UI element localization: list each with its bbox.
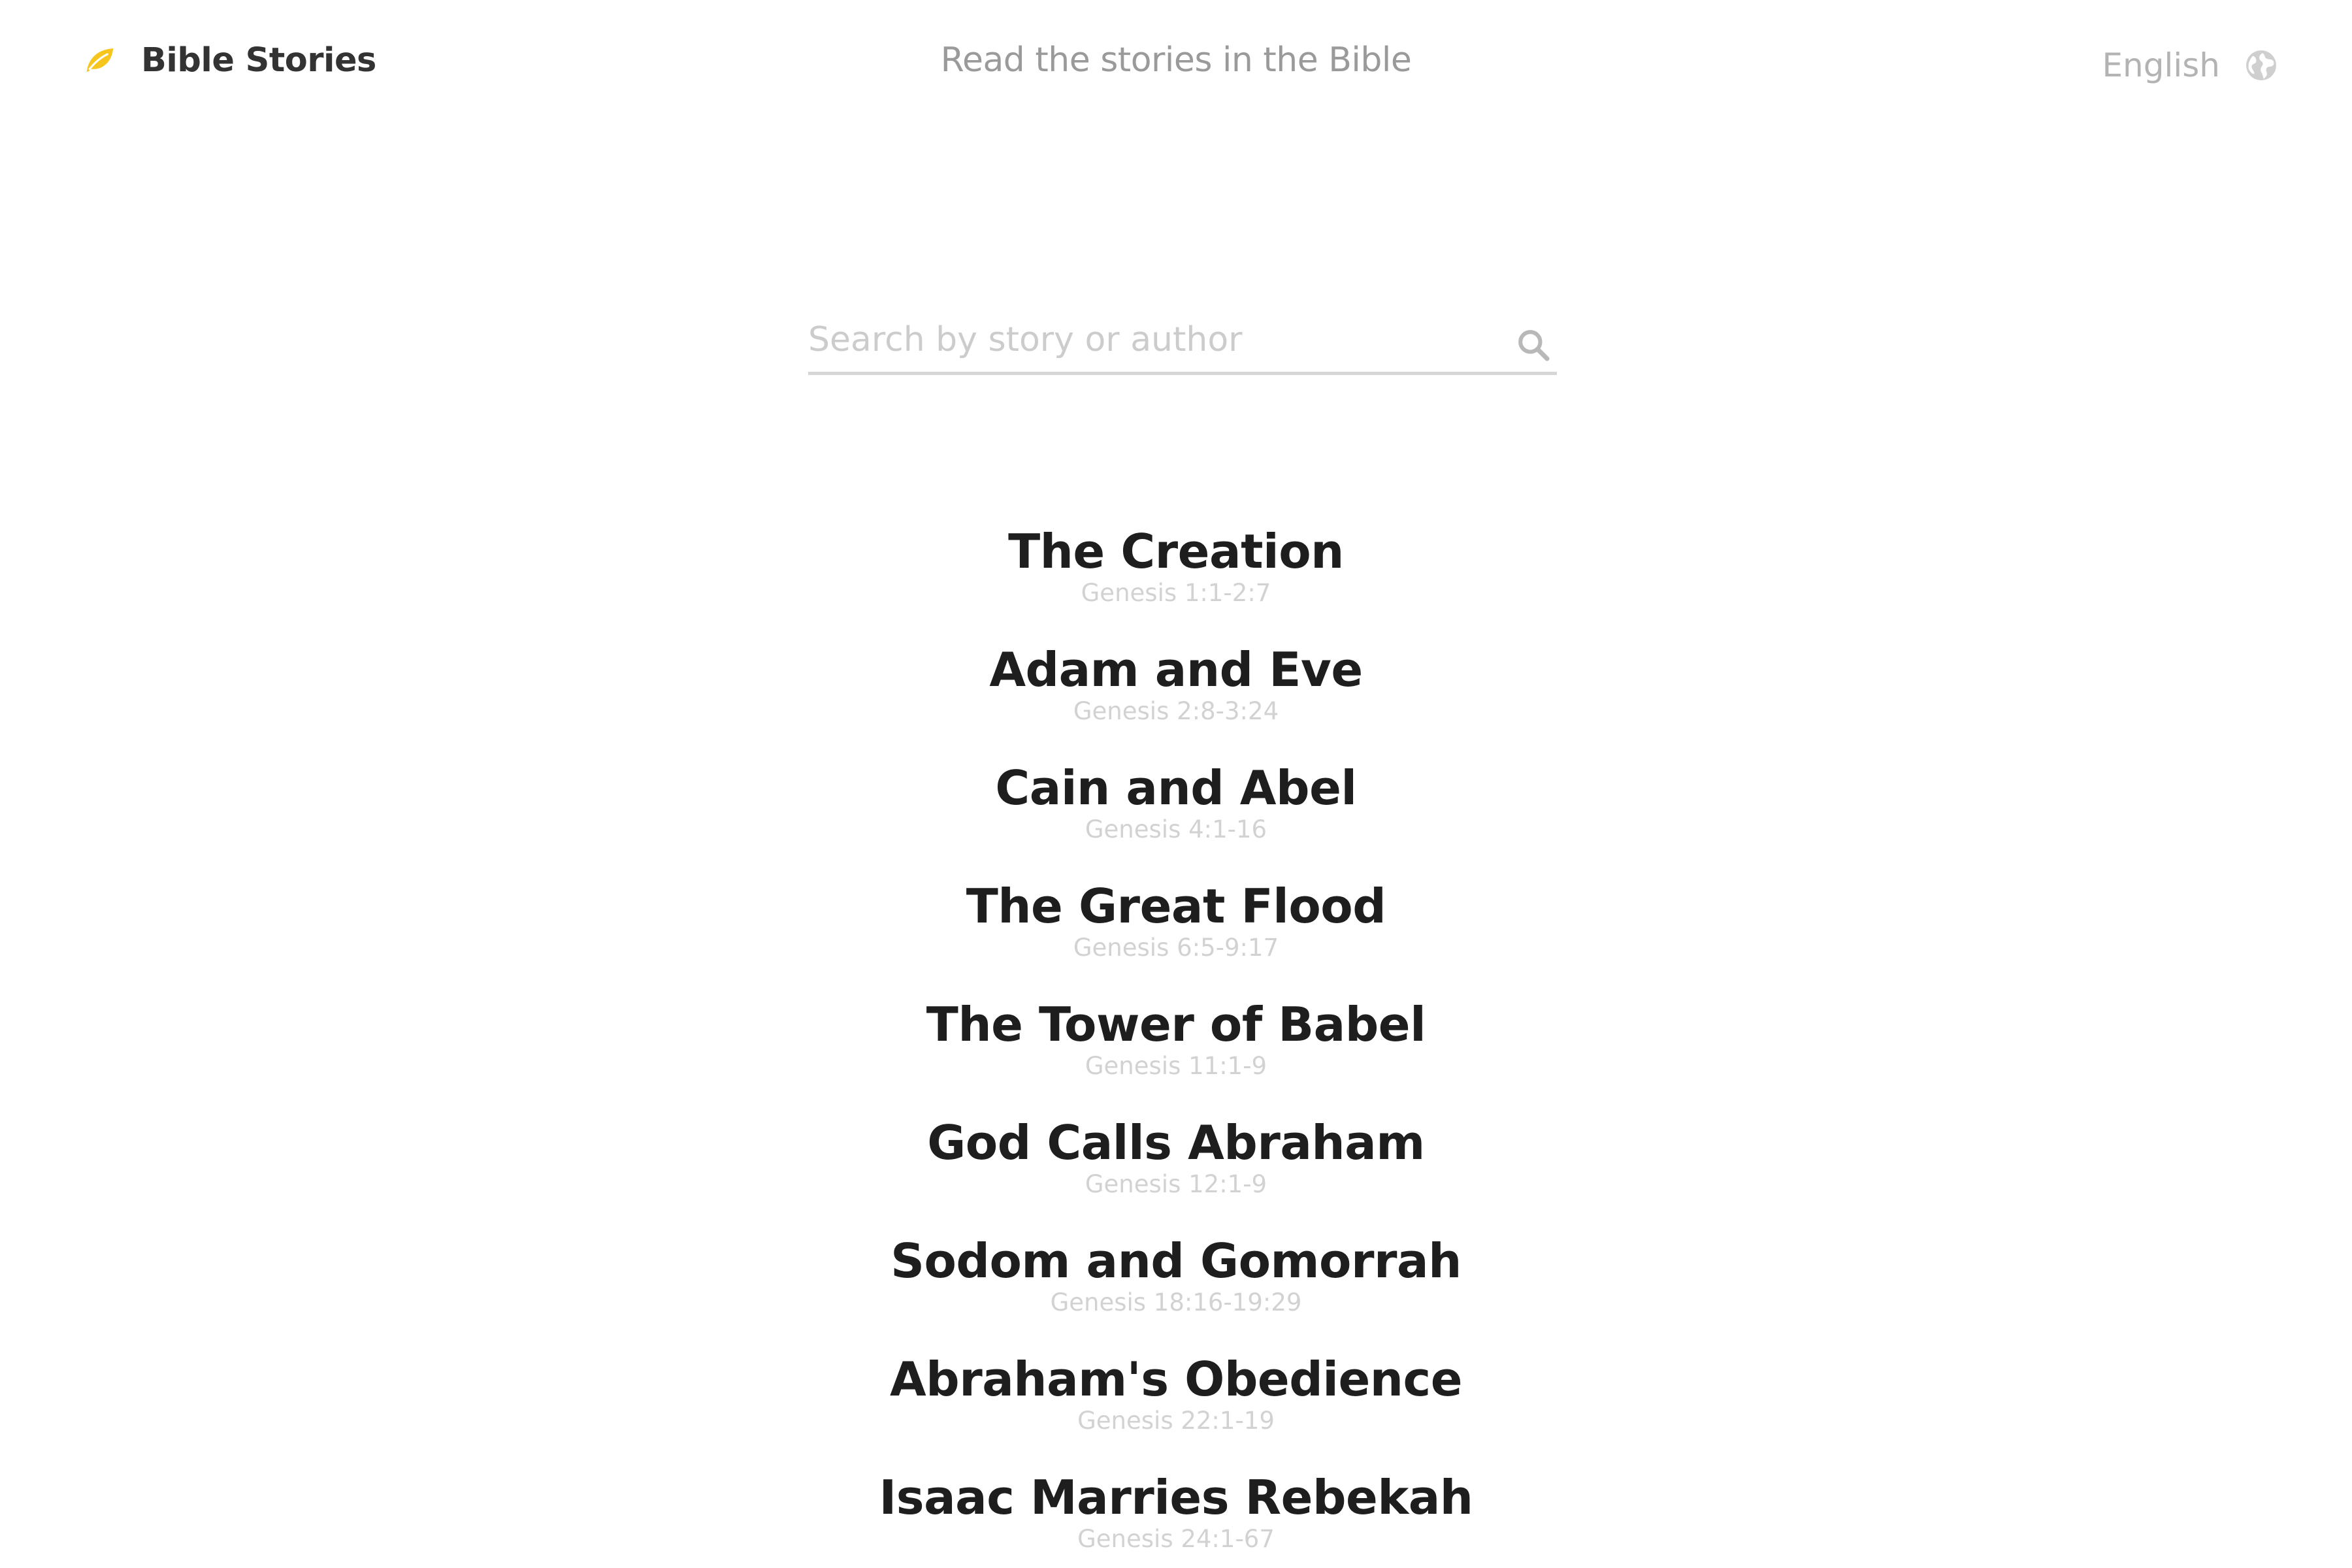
- story-item[interactable]: The Creation Genesis 1:1-2:7: [0, 520, 2352, 638]
- story-title: Cain and Abel: [995, 760, 1357, 815]
- story-title: Isaac Marries Rebekah: [879, 1470, 1473, 1525]
- search-icon[interactable]: [1515, 327, 1552, 363]
- story-item[interactable]: Sodom and Gomorrah Genesis 18:16-19:29: [0, 1230, 2352, 1348]
- story-item[interactable]: Abraham's Obedience Genesis 22:1-19: [0, 1348, 2352, 1466]
- story-item[interactable]: Cain and Abel Genesis 4:1-16: [0, 757, 2352, 875]
- story-item[interactable]: Isaac Marries Rebekah Genesis 24:1-67: [0, 1466, 2352, 1568]
- globe-icon: [2246, 50, 2276, 80]
- story-title: The Great Flood: [966, 879, 1386, 934]
- language-label: English: [2102, 46, 2220, 84]
- story-reference: Genesis 12:1-9: [1085, 1170, 1267, 1198]
- story-reference: Genesis 22:1-19: [1077, 1407, 1275, 1435]
- story-title: Abraham's Obedience: [889, 1352, 1463, 1407]
- story-title: Adam and Eve: [989, 642, 1363, 697]
- story-list: The Creation Genesis 1:1-2:7 Adam and Ev…: [0, 520, 2352, 1568]
- page: Bible Stories Read the stories in the Bi…: [0, 0, 2352, 1568]
- story-reference: Genesis 18:16-19:29: [1050, 1288, 1302, 1316]
- story-reference: Genesis 11:1-9: [1085, 1052, 1267, 1080]
- story-title: God Calls Abraham: [927, 1115, 1425, 1170]
- story-title: The Tower of Babel: [926, 997, 1426, 1052]
- story-title: The Creation: [1008, 524, 1344, 579]
- story-item[interactable]: The Great Flood Genesis 6:5-9:17: [0, 875, 2352, 993]
- story-reference: Genesis 2:8-3:24: [1073, 697, 1279, 725]
- search-input[interactable]: [808, 307, 1488, 372]
- story-reference: Genesis 24:1-67: [1077, 1525, 1275, 1553]
- story-reference: Genesis 4:1-16: [1085, 815, 1267, 843]
- story-item[interactable]: Adam and Eve Genesis 2:8-3:24: [0, 638, 2352, 757]
- story-title: Sodom and Gomorrah: [890, 1233, 1462, 1288]
- tagline: Read the stories in the Bible: [940, 41, 1412, 80]
- search-bar: [808, 307, 1557, 375]
- story-item[interactable]: The Tower of Babel Genesis 11:1-9: [0, 993, 2352, 1111]
- language-selector[interactable]: English: [2102, 39, 2278, 91]
- story-reference: Genesis 1:1-2:7: [1081, 579, 1271, 607]
- story-item[interactable]: God Calls Abraham Genesis 12:1-9: [0, 1111, 2352, 1230]
- story-reference: Genesis 6:5-9:17: [1073, 934, 1279, 962]
